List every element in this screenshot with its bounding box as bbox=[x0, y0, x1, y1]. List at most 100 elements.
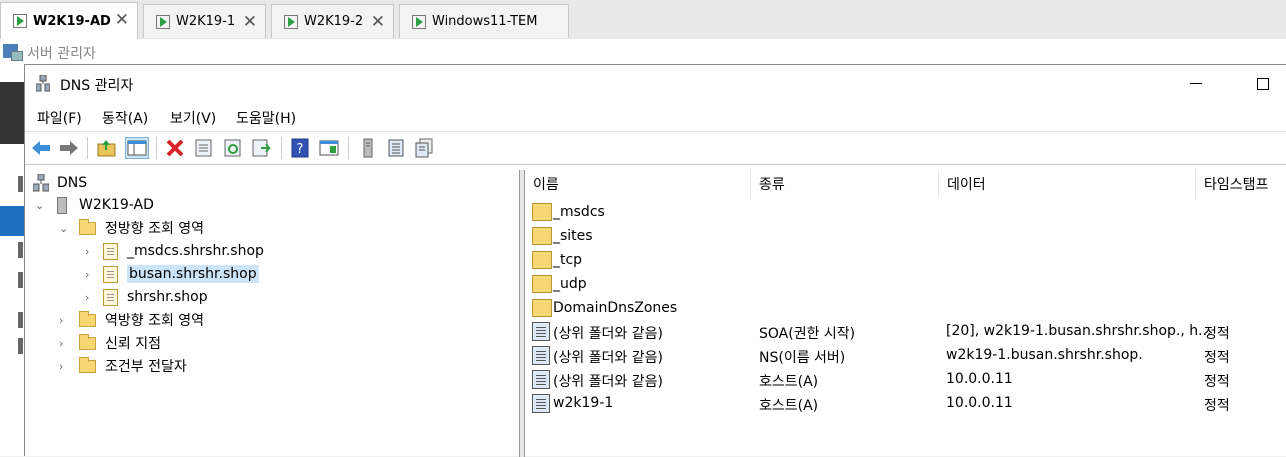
minimize-button[interactable] bbox=[1190, 83, 1202, 84]
tree-item-trust-points[interactable]: › 신뢰 지점 bbox=[59, 332, 161, 354]
svg-text:?: ? bbox=[297, 142, 304, 157]
column-header-data[interactable]: 데이터 bbox=[939, 170, 1196, 198]
record-list-icon[interactable] bbox=[385, 138, 407, 158]
table-row[interactable]: (상위 폴더와 같음) NS(이름 서버) w2k19-1.busan.shrs… bbox=[525, 344, 1286, 368]
list-item[interactable]: _sites bbox=[525, 225, 1286, 249]
background-nav-icon bbox=[18, 272, 23, 288]
menu-view[interactable]: 보기(V) bbox=[170, 108, 216, 128]
background-nav-icon bbox=[18, 338, 23, 354]
up-folder-icon[interactable] bbox=[96, 138, 118, 158]
vm-tab-windows11-tem[interactable]: Windows11-TEM bbox=[399, 4, 569, 38]
table-row[interactable]: w2k19-1 호스트(A) 10.0.0.11 정적 bbox=[525, 392, 1286, 416]
column-header-name[interactable]: 이름 bbox=[525, 170, 751, 198]
action-pane-icon[interactable] bbox=[318, 138, 340, 158]
list-item[interactable]: _udp bbox=[525, 273, 1286, 297]
vm-tab-w2k19-ad[interactable]: W2K19-AD ✕ bbox=[0, 2, 138, 39]
tree-item-forward-zones[interactable]: ⌄ 정방향 조회 영역 bbox=[59, 217, 204, 239]
tree-item-zone[interactable]: › shrshr.shop bbox=[85, 286, 208, 308]
menu-help[interactable]: 도움말(H) bbox=[236, 108, 296, 128]
record-type: NS(이름 서버) bbox=[759, 350, 846, 366]
tree-item-conditional-forwarders[interactable]: › 조건부 전달자 bbox=[59, 355, 187, 377]
dns-record-icon bbox=[532, 394, 550, 413]
tree-item-label: 역방향 조회 영역 bbox=[105, 313, 205, 329]
column-header-type[interactable]: 종류 bbox=[751, 170, 939, 198]
vm-running-icon bbox=[284, 14, 298, 29]
tree-item-server[interactable]: ⌄ W2K19-AD bbox=[35, 194, 154, 216]
record-timestamp: 정적 bbox=[1204, 350, 1230, 366]
vm-tab-w2k19-1[interactable]: W2K19-1 ✕ bbox=[143, 4, 266, 38]
server-icon[interactable] bbox=[357, 138, 379, 158]
background-window-strip bbox=[0, 64, 24, 456]
forward-arrow-icon[interactable] bbox=[58, 138, 80, 158]
export-list-icon[interactable] bbox=[251, 138, 273, 158]
close-icon[interactable]: ✕ bbox=[115, 10, 129, 30]
vm-running-icon bbox=[13, 14, 27, 28]
column-header-timestamp[interactable]: 타임스탬프 bbox=[1196, 170, 1286, 198]
chevron-down-icon[interactable]: ⌄ bbox=[35, 199, 45, 212]
tree-item-zone[interactable]: › _msdcs.shrshr.shop bbox=[85, 240, 264, 262]
tree-item-label: shrshr.shop bbox=[127, 289, 208, 305]
chevron-right-icon[interactable]: › bbox=[85, 245, 95, 258]
chevron-down-icon[interactable]: ⌄ bbox=[59, 222, 69, 235]
record-data: [20], w2k19-1.busan.shrshr.shop., h... bbox=[946, 323, 1212, 339]
delete-icon[interactable] bbox=[164, 138, 186, 158]
close-icon[interactable]: ✕ bbox=[243, 12, 257, 32]
properties-icon[interactable] bbox=[193, 138, 215, 158]
tree-item-label: W2K19-AD bbox=[79, 197, 154, 213]
table-row[interactable]: (상위 폴더와 같음) 호스트(A) 10.0.0.11 정적 bbox=[525, 368, 1286, 392]
list-item[interactable]: _tcp bbox=[525, 249, 1286, 273]
background-nav-icon bbox=[18, 242, 23, 258]
server-icon bbox=[57, 196, 67, 214]
tree-item-label: 정방향 조회 영역 bbox=[105, 221, 205, 237]
show-hide-tree-icon[interactable] bbox=[125, 137, 149, 159]
folder-icon bbox=[532, 227, 552, 245]
menu-action[interactable]: 동작(A) bbox=[102, 108, 148, 128]
record-name: _msdcs bbox=[553, 204, 605, 220]
dns-record-icon bbox=[532, 370, 550, 389]
background-header bbox=[0, 82, 24, 144]
close-icon[interactable]: ✕ bbox=[371, 12, 385, 32]
record-data: 10.0.0.11 bbox=[946, 395, 1013, 411]
menu-file[interactable]: 파일(F) bbox=[37, 108, 82, 128]
record-type: 호스트(A) bbox=[759, 398, 819, 414]
chevron-right-icon[interactable]: › bbox=[85, 268, 95, 281]
table-row[interactable]: (상위 폴더와 같음) SOA(권한 시작) [20], w2k19-1.bus… bbox=[525, 320, 1286, 344]
record-name: _tcp bbox=[553, 252, 583, 268]
tree-item-label: 신뢰 지점 bbox=[105, 336, 161, 352]
records-icon[interactable] bbox=[413, 138, 435, 158]
record-name: _udp bbox=[553, 276, 587, 292]
vm-tab-w2k19-2[interactable]: W2K19-2 ✕ bbox=[271, 4, 394, 38]
server-manager-icon bbox=[3, 44, 23, 61]
tree-item-dns[interactable]: DNS bbox=[33, 172, 87, 194]
tree-item-label: _msdcs.shrshr.shop bbox=[127, 243, 264, 259]
back-arrow-icon[interactable] bbox=[30, 138, 52, 158]
zone-icon bbox=[103, 288, 118, 306]
help-icon[interactable]: ? bbox=[289, 138, 311, 158]
chevron-right-icon[interactable]: › bbox=[59, 337, 69, 350]
list-item[interactable]: DomainDnsZones bbox=[525, 297, 1286, 321]
record-name: _sites bbox=[553, 228, 593, 244]
tree-item-reverse-zones[interactable]: › 역방향 조회 영역 bbox=[59, 309, 204, 331]
dns-record-icon bbox=[532, 322, 550, 341]
list-item[interactable]: _msdcs bbox=[525, 201, 1286, 225]
menu-bar: 파일(F) 동작(A) 보기(V) 도움말(H) bbox=[25, 105, 1286, 129]
maximize-button[interactable] bbox=[1257, 78, 1269, 90]
chevron-right-icon[interactable]: › bbox=[59, 314, 69, 327]
record-name: DomainDnsZones bbox=[553, 300, 678, 316]
chevron-right-icon[interactable]: › bbox=[59, 360, 69, 373]
record-list-view: 이름 종류 데이터 타임스탬프 _msdcs _sites _tcp _udp … bbox=[524, 170, 1286, 457]
toolbar-separator bbox=[87, 137, 88, 159]
record-timestamp: 정적 bbox=[1204, 326, 1230, 342]
background-nav-highlight bbox=[0, 206, 24, 236]
record-name: (상위 폴더와 같음) bbox=[553, 374, 663, 390]
chevron-right-icon[interactable]: › bbox=[85, 291, 95, 304]
zone-icon bbox=[103, 242, 118, 260]
refresh-icon[interactable] bbox=[222, 138, 244, 158]
vm-tab-label: W2K19-2 bbox=[304, 14, 364, 29]
record-type: SOA(권한 시작) bbox=[759, 326, 856, 342]
background-nav-icon bbox=[18, 312, 23, 328]
tree-item-zone-selected[interactable]: › busan.shrshr.shop bbox=[85, 263, 259, 285]
tree-item-label: 조건부 전달자 bbox=[105, 359, 187, 375]
vm-tab-label: W2K19-AD bbox=[33, 13, 111, 29]
dns-manager-window: DNS 관리자 파일(F) 동작(A) 보기(V) 도움말(H) ? DNS ⌄… bbox=[24, 64, 1286, 457]
